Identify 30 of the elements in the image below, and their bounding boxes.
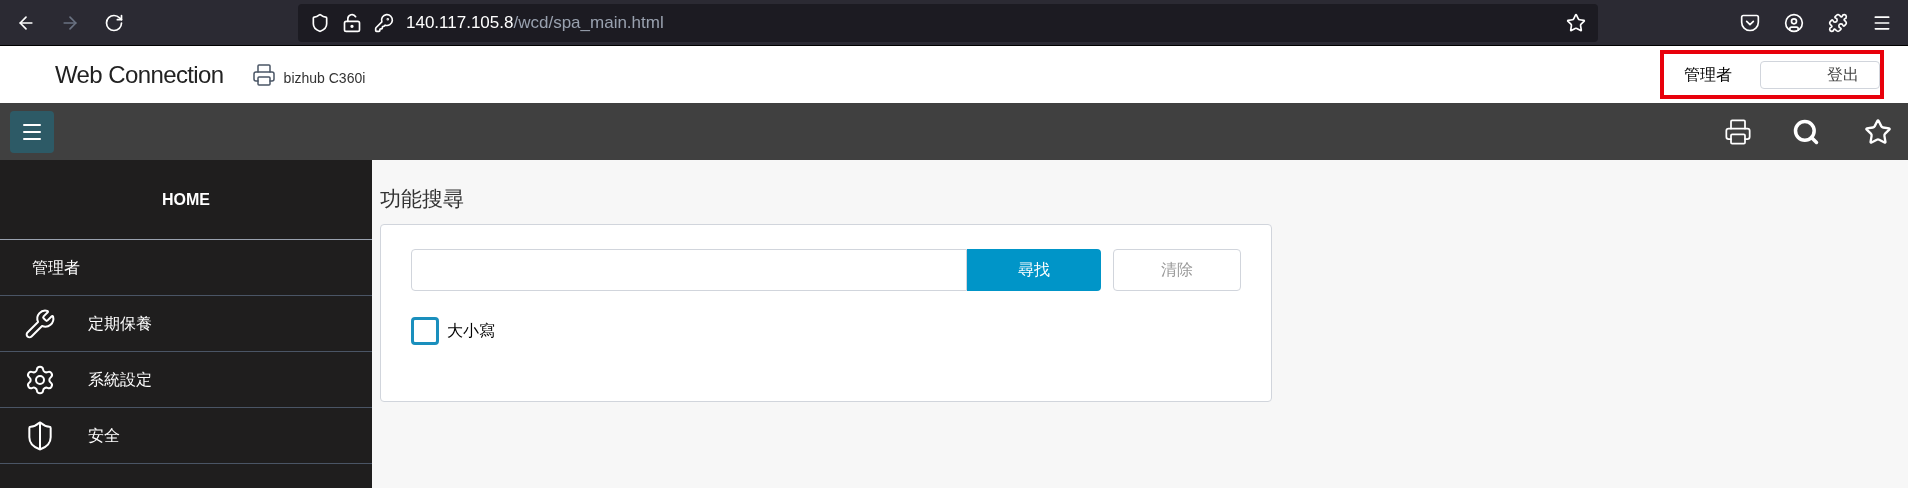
section-heading: 管理者 bbox=[32, 257, 80, 278]
device-name: bizhub C360i bbox=[283, 69, 366, 88]
user-name: 管理者 bbox=[1684, 64, 1732, 85]
sidebar-item[interactable]: 定期保養 bbox=[0, 296, 372, 352]
search-icon[interactable] bbox=[1792, 117, 1820, 146]
checkbox-label: 大小寫 bbox=[447, 320, 495, 341]
pocket-icon[interactable] bbox=[1740, 12, 1760, 33]
favorites-star-icon[interactable] bbox=[1864, 117, 1892, 146]
wrench-icon bbox=[24, 307, 56, 340]
home-link[interactable]: HOME bbox=[162, 187, 210, 212]
key-icon bbox=[374, 12, 394, 33]
brand-logo: Web Connection bbox=[55, 59, 224, 90]
page-title: 功能搜尋 bbox=[380, 186, 465, 213]
printer-icon bbox=[251, 62, 276, 87]
sidebar-item[interactable]: 安全 bbox=[0, 408, 372, 464]
bookmark-star-icon[interactable] bbox=[1566, 12, 1586, 33]
extensions-icon[interactable] bbox=[1828, 12, 1848, 33]
url-text: 140.117.105.8/wcd/spa_main.html bbox=[406, 11, 664, 34]
case-checkbox[interactable] bbox=[411, 316, 439, 345]
sidebar-item[interactable]: 系統設定 bbox=[0, 352, 372, 408]
logout-button[interactable]: 登出 bbox=[1760, 60, 1880, 89]
shield-icon bbox=[310, 12, 330, 33]
settings-icon bbox=[24, 363, 56, 396]
menu-button[interactable] bbox=[10, 110, 54, 153]
lock-icon bbox=[342, 12, 362, 33]
reload-icon[interactable] bbox=[104, 12, 124, 33]
search-input[interactable] bbox=[411, 248, 968, 291]
address-bar[interactable]: 140.117.105.8/wcd/spa_main.html bbox=[298, 3, 1598, 42]
printer-icon[interactable] bbox=[1724, 117, 1752, 146]
account-icon[interactable] bbox=[1784, 12, 1804, 33]
